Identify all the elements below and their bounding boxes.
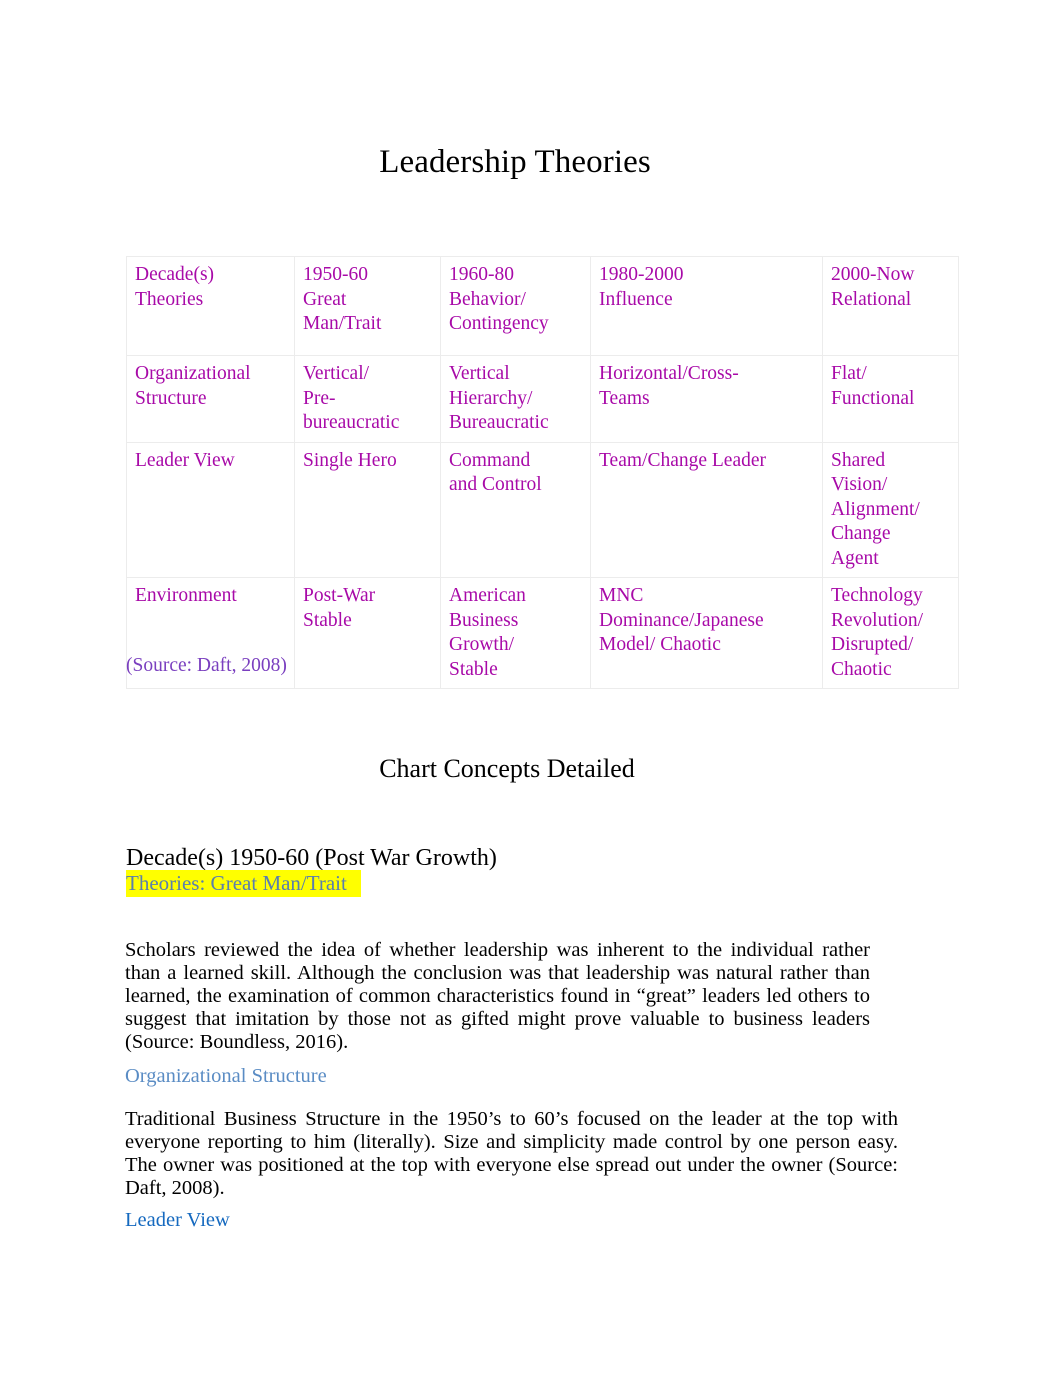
theories-highlighted-heading: Theories: Great Man/Trait <box>126 869 361 897</box>
leadership-theories-table: Decade(s) Theories 1950-60 Great Man/Tra… <box>126 256 959 689</box>
table-cell: Horizontal/Cross- Teams <box>590 355 823 443</box>
table-cell: Single Hero <box>294 441 441 578</box>
cell-text: Environment <box>135 585 237 606</box>
highlighted-text: Theories: Great Man/Trait <box>126 870 361 897</box>
table-cell: Shared Vision/ Alignment/ Change Agent <box>822 441 959 578</box>
table-cell: Team/Change Leader <box>590 441 823 578</box>
table-cell: Vertical/ Pre- bureaucratic <box>294 355 441 443</box>
cell-text: Organizational <box>135 363 251 384</box>
table-source-caption: (Source: Daft, 2008) <box>126 655 287 676</box>
table-cell: 1980-2000 Influence <box>590 256 823 356</box>
page-title: Leadership Theories <box>379 144 651 181</box>
table-cell: 1950-60 Great Man/Trait <box>294 256 441 356</box>
cell-text: Leader View <box>135 449 235 471</box>
cell-text: Team/Change Leader <box>599 449 767 471</box>
cell-text: MNC Dominance/Japanese Model/ Chaotic <box>599 585 764 655</box>
cell-text: Horizontal/Cross- Teams <box>599 363 739 409</box>
cell-text: Decade(s) <box>135 264 215 285</box>
cell-text: Vertical Hierarchy/ Bureaucratic <box>449 363 549 433</box>
cell-text: Post-War Stable <box>303 585 376 631</box>
cell-text: Structure <box>135 387 207 409</box>
cell-text: Flat/ Functional <box>831 363 915 409</box>
table-row: Decade(s) Theories 1950-60 Great Man/Tra… <box>126 256 959 356</box>
table-cell: Technology Revolution/ Disrupted/ Chaoti… <box>822 577 959 689</box>
cell-text: 1980-2000 Influence <box>599 264 684 310</box>
cell-text: Technology Revolution/ Disrupted/ Chaoti… <box>831 585 924 680</box>
cell-text: Theories <box>135 288 204 310</box>
table-cell: American Business Growth/ Stable <box>440 577 591 689</box>
organizational-structure-heading: Organizational Structure <box>125 1065 327 1087</box>
table-row-header: Organizational Structure <box>126 355 295 443</box>
table-cell: Command and Control <box>440 441 591 578</box>
table-cell: 1960-80 Behavior/ Contingency <box>440 256 591 356</box>
table-row-header: Leader View <box>126 441 295 578</box>
cell-text: 1950-60 Great Man/Trait <box>303 264 382 334</box>
organizational-structure-paragraph: Traditional Business Structure in the 19… <box>125 1107 898 1200</box>
table-cell: Post-War Stable <box>294 577 441 689</box>
table-cell: Vertical Hierarchy/ Bureaucratic <box>440 355 591 443</box>
cell-text: Single Hero <box>303 449 397 471</box>
table-cell: MNC Dominance/Japanese Model/ Chaotic <box>590 577 823 689</box>
table-cell: 2000-Now Relational <box>822 256 959 356</box>
cell-text: 1960-80 Behavior/ Contingency <box>449 264 549 334</box>
cell-text: Shared Vision/ Alignment/ Change Agent <box>831 449 920 569</box>
table-row: Organizational Structure Vertical/ Pre- … <box>126 355 959 443</box>
cell-text: 2000-Now Relational <box>831 264 915 310</box>
table-row: Leader View Single Hero Command and Cont… <box>126 441 959 578</box>
cell-text: American Business Growth/ Stable <box>449 585 526 680</box>
cell-text: Command and Control <box>449 449 542 496</box>
table-row-header: Decade(s) Theories <box>126 256 295 356</box>
section-heading: Chart Concepts Detailed <box>379 753 635 783</box>
table-cell: Flat/ Functional <box>822 355 959 443</box>
document-page: Leadership Theories Decade(s) Theories 1… <box>0 0 1062 1377</box>
theories-paragraph: Scholars reviewed the idea of whether le… <box>125 938 870 1054</box>
leader-view-heading: Leader View <box>125 1209 230 1231</box>
cell-text: Vertical/ Pre- bureaucratic <box>303 363 400 433</box>
